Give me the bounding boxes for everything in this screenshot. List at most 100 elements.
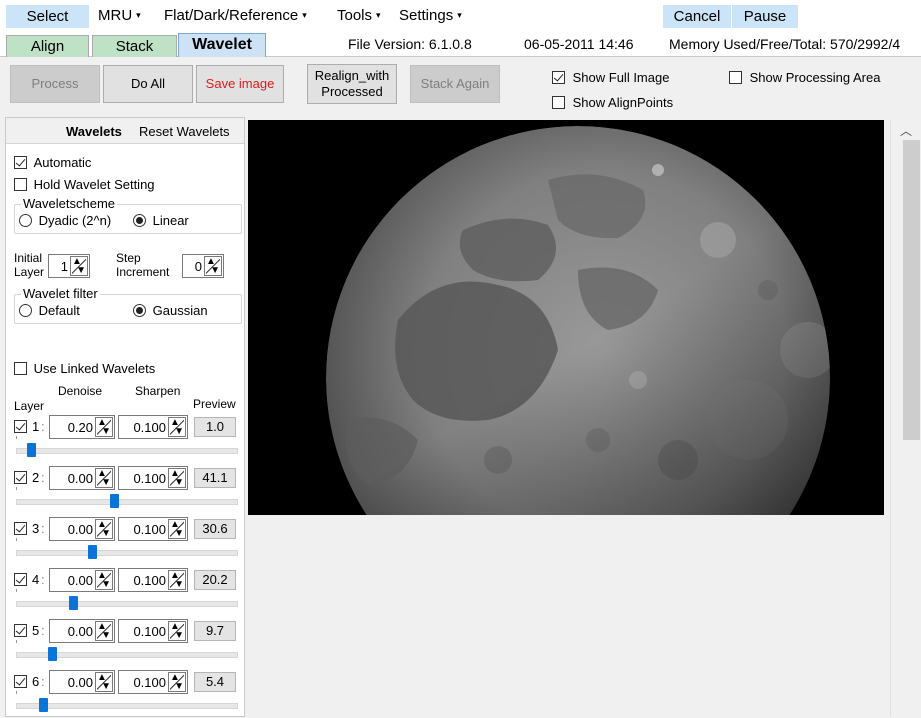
settings-menu[interactable]: Settings ▾ xyxy=(399,5,462,28)
denoise-stepper[interactable]: 0.00 ▲ ▼ xyxy=(49,466,115,490)
denoise-column-header: Denoise xyxy=(58,384,103,398)
denoise-value: 0.00 xyxy=(67,623,93,639)
stepper-arrows-icon[interactable]: ▲ ▼ xyxy=(168,570,186,590)
slider-tick xyxy=(16,691,17,694)
default-radio[interactable]: Default xyxy=(19,303,80,318)
wavelet-settings-panel: Wavelets Reset Wavelets Automatic Hold W… xyxy=(5,117,245,717)
tab-stack[interactable]: Stack xyxy=(92,35,177,57)
slider-thumb[interactable] xyxy=(69,596,78,610)
stepper-arrows-icon[interactable]: ▲ ▼ xyxy=(70,256,88,276)
dyadic-radio[interactable]: Dyadic (2^n) xyxy=(19,213,111,228)
slider-thumb[interactable] xyxy=(27,443,36,457)
sharpen-stepper[interactable]: 0.100 ▲ ▼ xyxy=(118,568,188,592)
sharpen-stepper[interactable]: 0.100 ▲ ▼ xyxy=(118,517,188,541)
save-image-button[interactable]: Save image xyxy=(196,65,284,103)
stepper-arrows-icon[interactable]: ▲ ▼ xyxy=(204,256,222,276)
scrollbar-thumb[interactable] xyxy=(903,140,920,440)
stepper-arrows-icon[interactable]: ▲ ▼ xyxy=(95,570,113,590)
process-button[interactable]: Process xyxy=(10,65,100,103)
chevron-down-icon: ▾ xyxy=(136,10,141,20)
use-linked-wavelets-checkbox[interactable]: Use Linked Wavelets xyxy=(14,361,155,376)
layer-row: 6 : 0.00 ▲ ▼ 0.100 ▲ ▼ 5.4 xyxy=(6,670,244,718)
checkbox-unchecked-icon xyxy=(552,96,565,109)
stepper-arrows-icon[interactable]: ▲ ▼ xyxy=(95,468,113,488)
select-button[interactable]: Select xyxy=(6,5,89,28)
layer-enable-checkbox[interactable] xyxy=(14,420,27,433)
show-align-points-checkbox[interactable]: Show AlignPoints xyxy=(552,95,673,110)
vertical-scrollbar[interactable]: ︿ xyxy=(890,120,921,717)
show-full-image-checkbox[interactable]: Show Full Image xyxy=(552,70,669,85)
denoise-stepper[interactable]: 0.00 ▲ ▼ xyxy=(49,517,115,541)
denoise-stepper[interactable]: 0.00 ▲ ▼ xyxy=(49,568,115,592)
waveletscheme-title: Waveletscheme xyxy=(21,196,117,211)
layer-enable-checkbox[interactable] xyxy=(14,624,27,637)
sharpen-stepper[interactable]: 0.100 ▲ ▼ xyxy=(118,670,188,694)
layer-slider[interactable] xyxy=(16,691,238,716)
do-all-button[interactable]: Do All xyxy=(103,65,193,103)
wavelets-label: Wavelets xyxy=(66,124,122,139)
preview-value: 41.1 xyxy=(194,468,236,488)
slider-thumb[interactable] xyxy=(110,494,119,508)
tab-row: Align Stack Wavelet File Version: 6.1.0.… xyxy=(0,33,921,57)
reset-wavelets-button[interactable]: Reset Wavelets xyxy=(139,124,230,139)
denoise-stepper[interactable]: 0.00 ▲ ▼ xyxy=(49,619,115,643)
layer-enable-checkbox[interactable] xyxy=(14,522,27,535)
pause-button[interactable]: Pause xyxy=(732,5,798,28)
layer-number: 6 xyxy=(32,674,40,689)
realign-with-processed-button[interactable]: Realign_with Processed xyxy=(307,64,397,104)
sharpen-stepper[interactable]: 0.100 ▲ ▼ xyxy=(118,415,188,439)
slider-thumb[interactable] xyxy=(39,698,48,712)
stepper-arrows-icon[interactable]: ▲ ▼ xyxy=(168,672,186,692)
slider-thumb[interactable] xyxy=(48,647,57,661)
stack-again-button[interactable]: Stack Again xyxy=(410,65,500,103)
layer-enable-checkbox[interactable] xyxy=(14,573,27,586)
step-increment-stepper[interactable]: 0 ▲ ▼ xyxy=(182,254,224,278)
tab-align[interactable]: Align xyxy=(6,35,89,57)
cancel-button[interactable]: Cancel xyxy=(663,5,731,28)
gaussian-label: Gaussian xyxy=(152,303,208,318)
checkbox-unchecked-icon xyxy=(14,362,27,375)
denoise-value: 0.20 xyxy=(67,419,93,435)
denoise-stepper[interactable]: 0.00 ▲ ▼ xyxy=(49,670,115,694)
scroll-up-icon[interactable]: ︿ xyxy=(891,122,921,138)
sharpen-value: 0.100 xyxy=(133,623,166,639)
linear-radio[interactable]: Linear xyxy=(133,213,189,228)
initial-layer-label: Initial Layer xyxy=(14,251,44,279)
tab-wavelet[interactable]: Wavelet xyxy=(178,33,266,57)
layer-slider[interactable] xyxy=(16,538,238,563)
layer-slider[interactable] xyxy=(16,640,238,665)
preview-column-header: Preview xyxy=(193,397,236,411)
layer-slider[interactable] xyxy=(16,589,238,614)
hold-wavelet-setting-checkbox[interactable]: Hold Wavelet Setting xyxy=(14,177,155,192)
wavelet-filter-group: Wavelet filter Default Gaussian xyxy=(14,286,242,324)
stepper-arrows-icon[interactable]: ▲ ▼ xyxy=(95,519,113,539)
tools-menu[interactable]: Tools ▾ xyxy=(337,5,381,28)
layer-slider[interactable] xyxy=(16,487,238,512)
stepper-arrows-icon[interactable]: ▲ ▼ xyxy=(168,621,186,641)
stepper-arrows-icon[interactable]: ▲ ▼ xyxy=(95,417,113,437)
initial-layer-stepper[interactable]: 1 ▲ ▼ xyxy=(48,254,90,278)
gaussian-radio[interactable]: Gaussian xyxy=(133,303,208,318)
mru-menu[interactable]: MRU ▾ xyxy=(98,5,141,28)
slider-track xyxy=(16,550,238,556)
slider-tick xyxy=(16,436,17,439)
slider-thumb[interactable] xyxy=(88,545,97,559)
show-processing-area-checkbox[interactable]: Show Processing Area xyxy=(729,70,880,85)
layer-enable-checkbox[interactable] xyxy=(14,471,27,484)
layer-slider[interactable] xyxy=(16,436,238,461)
file-version: File Version: 6.1.0.8 xyxy=(348,36,472,52)
layer-enable-checkbox[interactable] xyxy=(14,675,27,688)
layer-separator: : xyxy=(41,521,45,536)
flat-dark-reference-menu[interactable]: Flat/Dark/Reference ▾ xyxy=(164,5,307,28)
automatic-checkbox[interactable]: Automatic xyxy=(14,155,91,170)
stepper-arrows-icon[interactable]: ▲ ▼ xyxy=(168,468,186,488)
stepper-arrows-icon[interactable]: ▲ ▼ xyxy=(95,672,113,692)
stepper-arrows-icon[interactable]: ▲ ▼ xyxy=(95,621,113,641)
stepper-arrows-icon[interactable]: ▲ ▼ xyxy=(168,417,186,437)
sharpen-stepper[interactable]: 0.100 ▲ ▼ xyxy=(118,466,188,490)
layer-row: 4 : 0.00 ▲ ▼ 0.100 ▲ ▼ 20.2 xyxy=(6,568,244,616)
panel-header: Wavelets Reset Wavelets xyxy=(6,118,244,144)
denoise-stepper[interactable]: 0.20 ▲ ▼ xyxy=(49,415,115,439)
sharpen-stepper[interactable]: 0.100 ▲ ▼ xyxy=(118,619,188,643)
stepper-arrows-icon[interactable]: ▲ ▼ xyxy=(168,519,186,539)
